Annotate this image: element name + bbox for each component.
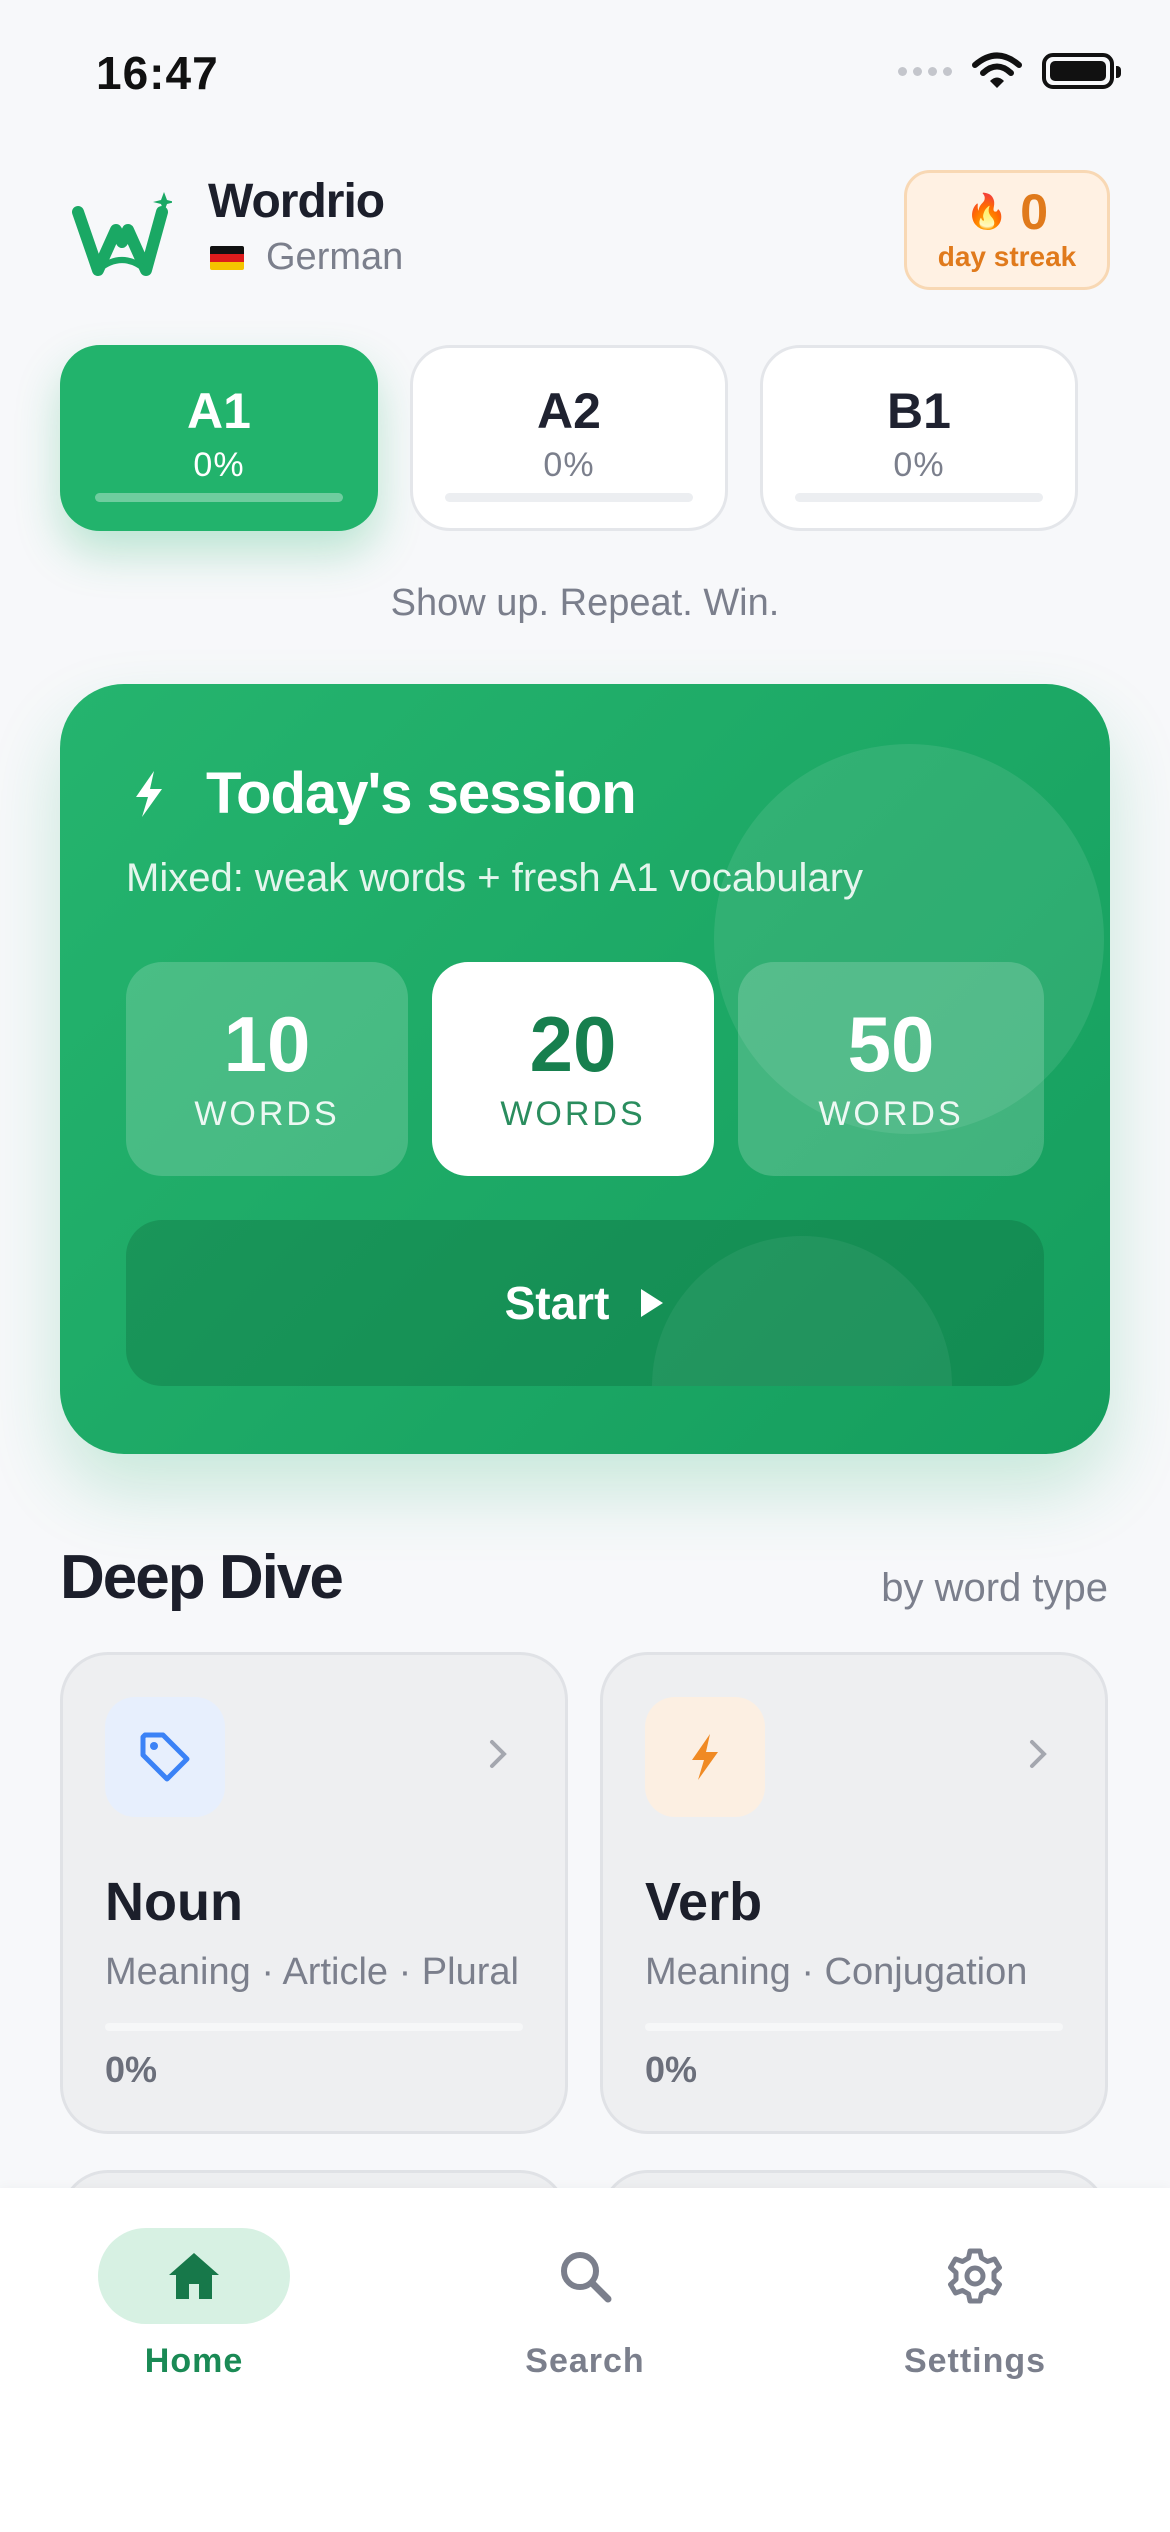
start-button[interactable]: Start <box>126 1220 1044 1386</box>
word-type-percent: 0% <box>645 2049 698 2090</box>
search-icon <box>561 2252 612 2303</box>
chevron-right-icon <box>490 1740 507 1768</box>
bottom-tab-bar: Home Search Settings <box>0 2188 1170 2532</box>
level-name: A2 <box>537 383 601 439</box>
word-type-progress-bar <box>645 2023 1063 2031</box>
tab-home[interactable]: Home <box>64 2228 324 2381</box>
wifi-icon <box>972 52 1022 88</box>
word-count: 20 <box>529 999 617 1088</box>
word-count-option-10[interactable]: 10 WORDS <box>126 962 408 1176</box>
lightning-icon <box>692 1734 718 1780</box>
session-subtitle: Mixed: weak words + fresh A1 vocabulary <box>126 856 864 900</box>
deep-dive-card-verb[interactable]: Verb Meaning · Conjugation 0% <box>600 1652 1108 2134</box>
wordrio-logo-icon <box>72 192 172 276</box>
session-title: Today's session <box>206 761 637 826</box>
chevron-right-icon <box>1030 1740 1047 1768</box>
level-tab-b1[interactable]: B1 0% <box>760 345 1078 531</box>
status-icons <box>898 52 1121 90</box>
gear-icon <box>948 2248 1002 2304</box>
level-percent: 0% <box>893 446 945 484</box>
tagline: Show up. Repeat. Win. <box>390 582 780 624</box>
language-label: German <box>266 236 404 278</box>
tab-label: Home <box>144 2342 244 2380</box>
status-time: 16:47 <box>96 47 219 99</box>
word-type-description: Meaning · Conjugation <box>645 1951 1028 1993</box>
home-icon <box>169 2253 219 2299</box>
word-count: 50 <box>847 999 935 1088</box>
language-selector[interactable]: German <box>210 236 403 279</box>
start-label: Start <box>504 1277 610 1329</box>
tab-label: Search <box>525 2342 645 2380</box>
cellular-signal-icon <box>898 66 952 76</box>
level-tab-a2[interactable]: A2 0% <box>410 345 728 531</box>
word-type-name: Noun <box>105 1872 243 1932</box>
level-progress-bar <box>445 493 693 502</box>
word-count-option-50[interactable]: 50 WORDS <box>738 962 1044 1176</box>
fire-icon: 🔥 <box>965 193 1009 231</box>
word-count: 10 <box>223 999 311 1088</box>
app-title: Wordrio <box>208 175 385 228</box>
level-name: A1 <box>187 383 251 439</box>
level-progress-bar <box>95 493 343 502</box>
todays-session-card: Today's session Mixed: weak words + fres… <box>60 684 1110 1454</box>
status-bar: 16:47 <box>0 0 1170 150</box>
lightning-icon <box>136 770 162 817</box>
tab-label: Settings <box>903 2342 1047 2380</box>
noun-icon-box <box>105 1697 225 1817</box>
word-count-unit: WORDS <box>500 1094 646 1133</box>
level-progress-bar <box>795 493 1043 502</box>
tab-settings[interactable]: Settings <box>845 2228 1105 2381</box>
decorative-circle <box>652 1236 952 1386</box>
verb-icon-box <box>645 1697 765 1817</box>
word-type-percent: 0% <box>105 2049 158 2090</box>
level-percent: 0% <box>193 446 245 484</box>
level-percent: 0% <box>543 446 595 484</box>
word-type-progress-bar <box>105 2023 523 2031</box>
deep-dive-card-noun[interactable]: Noun Meaning · Article · Plural 0% <box>60 1652 568 2134</box>
tag-icon <box>140 1732 190 1782</box>
streak-label: day streak <box>937 241 1077 272</box>
battery-icon <box>1042 53 1121 89</box>
word-type-description: Meaning · Article · Plural <box>105 1951 519 1993</box>
word-count-option-20[interactable]: 20 WORDS <box>432 962 714 1176</box>
level-name: B1 <box>887 383 951 439</box>
streak-count: 0 <box>1020 184 1049 240</box>
streak-badge[interactable]: 🔥 0 day streak <box>904 170 1110 290</box>
word-type-name: Verb <box>645 1872 763 1932</box>
word-count-unit: WORDS <box>818 1094 964 1133</box>
level-tab-a1[interactable]: A1 0% <box>60 345 378 531</box>
word-count-unit: WORDS <box>194 1094 340 1133</box>
deep-dive-subtitle: by word type <box>881 1566 1108 1610</box>
german-flag-icon <box>210 245 244 270</box>
play-icon <box>641 1289 664 1317</box>
deep-dive-title: Deep Dive <box>60 1543 344 1612</box>
tab-search[interactable]: Search <box>455 2228 715 2381</box>
